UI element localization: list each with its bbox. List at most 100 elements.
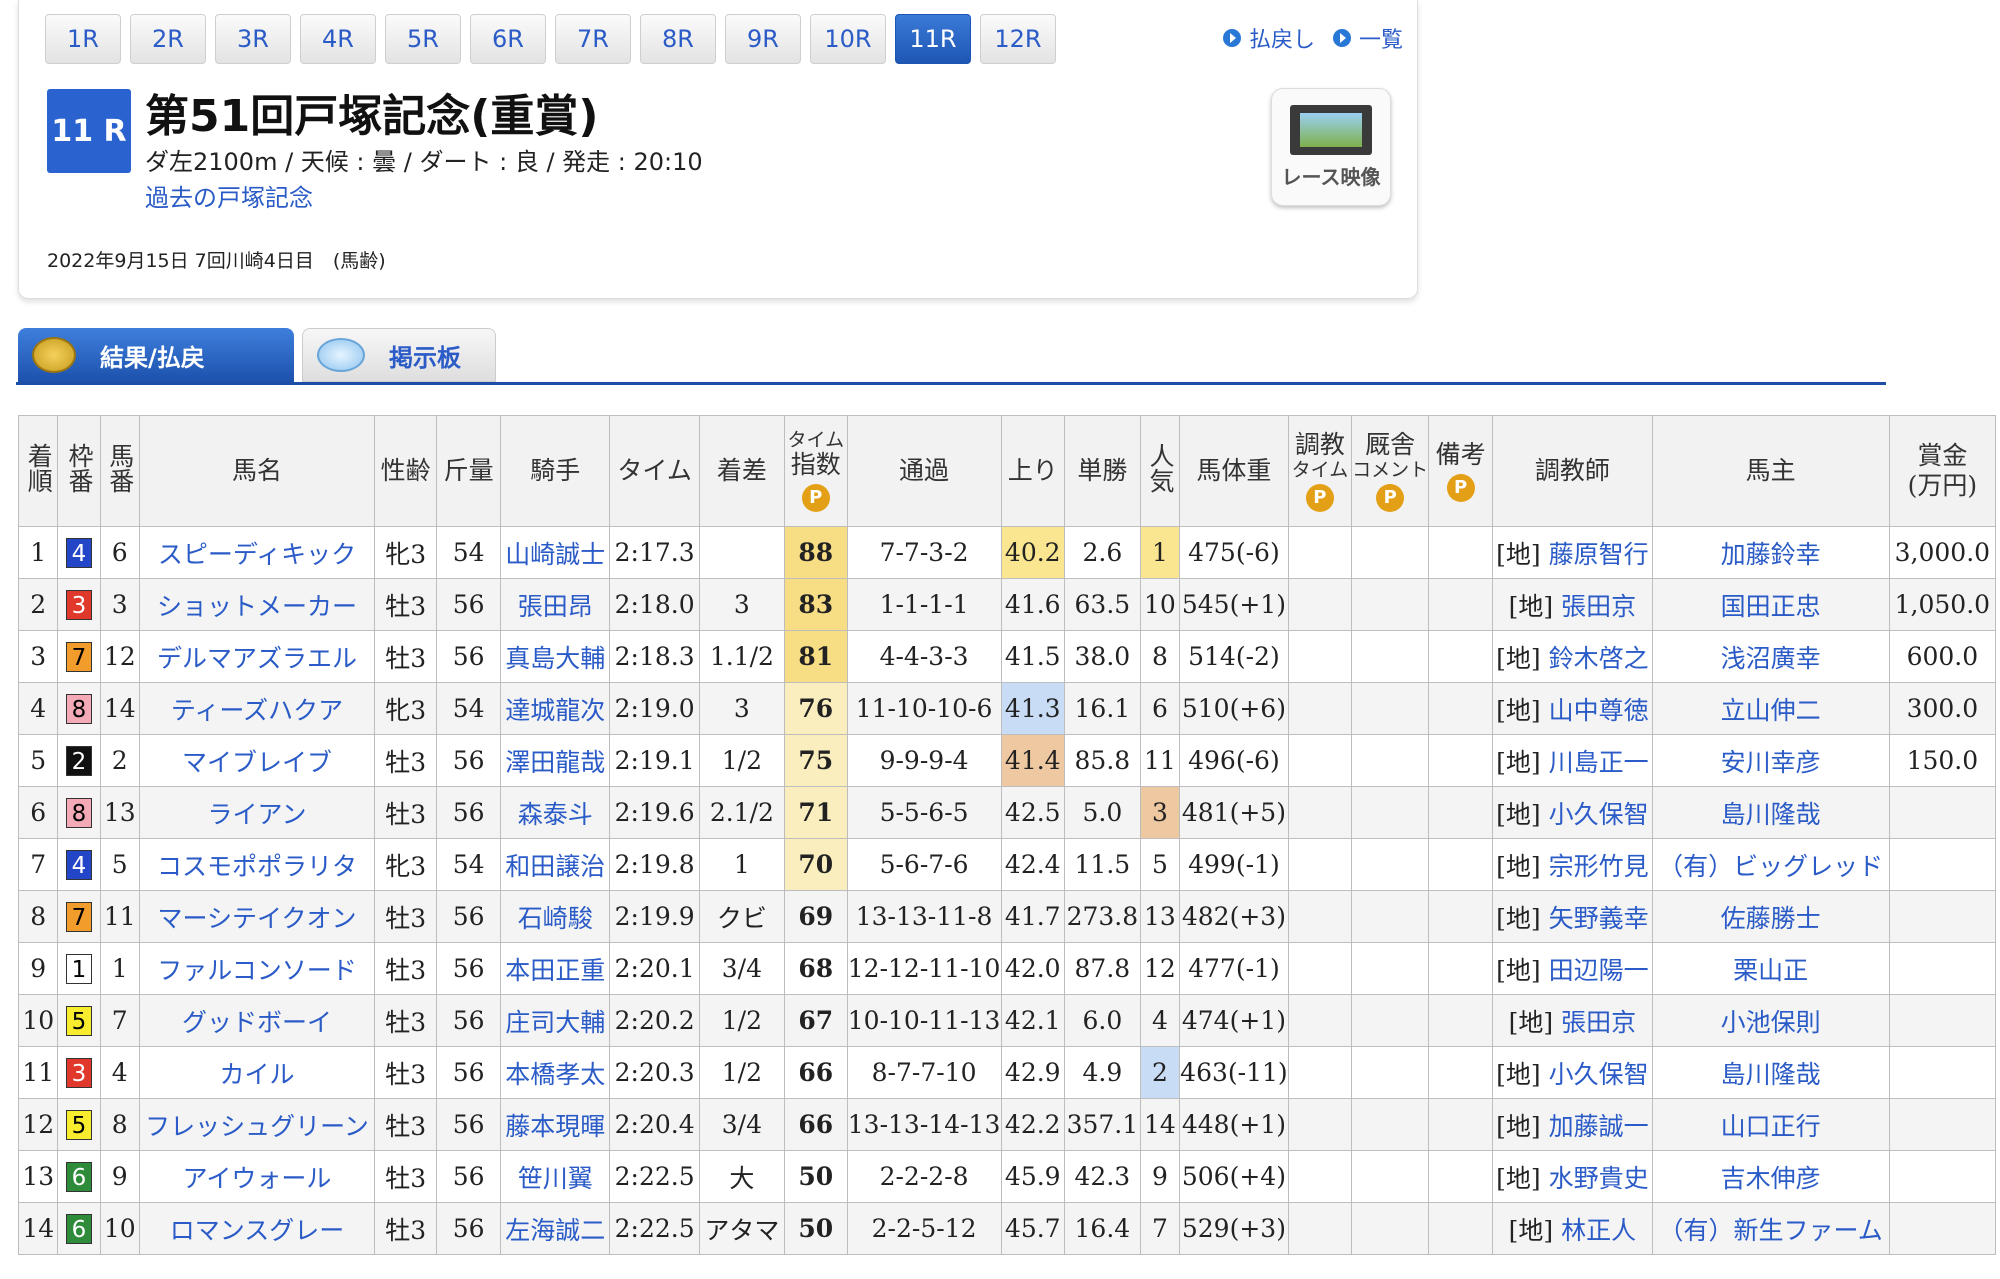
owner-link[interactable]: 国田正忠 bbox=[1651, 578, 1890, 631]
trainer-name[interactable]: 鈴木啓之 bbox=[1549, 644, 1649, 673]
horse-name-link[interactable]: コスモポポラリタ bbox=[138, 838, 376, 891]
col-index[interactable]: タイム 指数 P bbox=[784, 415, 848, 527]
trainer-name[interactable]: 藤原智行 bbox=[1549, 540, 1649, 569]
col-comment[interactable]: 厩舎 コメント P bbox=[1351, 415, 1430, 527]
trainer-name[interactable]: 小久保智 bbox=[1549, 800, 1649, 829]
rank-cell: 12 bbox=[17, 1098, 59, 1151]
trainer-name[interactable]: 張田京 bbox=[1561, 592, 1636, 621]
race-tab[interactable]: 1R bbox=[45, 14, 121, 64]
tab-results[interactable]: 結果/払戻 bbox=[18, 328, 294, 382]
jockey-link[interactable]: 和田譲治 bbox=[500, 838, 611, 891]
trainer-name[interactable]: 山中尊徳 bbox=[1549, 696, 1649, 725]
owner-link[interactable]: 小池保則 bbox=[1651, 994, 1890, 1047]
owner-link[interactable]: 吉木伸彦 bbox=[1651, 1150, 1890, 1203]
jockey-link[interactable]: 藤本現暉 bbox=[500, 1098, 611, 1151]
jockey-link[interactable]: 庄司大輔 bbox=[500, 994, 611, 1047]
last3f-cell: 42.2 bbox=[1000, 1098, 1065, 1151]
trainer-link[interactable]: [地] 鈴木啓之 bbox=[1492, 630, 1653, 683]
trainer-name[interactable]: 宗形竹見 bbox=[1549, 852, 1649, 881]
trainer-link[interactable]: [地] 林正人 bbox=[1492, 1202, 1653, 1255]
jockey-link[interactable]: 張田昂 bbox=[500, 578, 611, 631]
horse-name-link[interactable]: フレッシュグリーン bbox=[138, 1098, 376, 1151]
owner-link[interactable]: 島川隆哉 bbox=[1651, 786, 1890, 839]
col-note[interactable]: 備考 P bbox=[1428, 415, 1494, 527]
race-tab[interactable]: 7R bbox=[555, 14, 631, 64]
horse-name-link[interactable]: グッドボーイ bbox=[138, 994, 376, 1047]
race-tab[interactable]: 12R bbox=[980, 14, 1056, 64]
trainer-name[interactable]: 小久保智 bbox=[1549, 1060, 1649, 1089]
jockey-link[interactable]: 澤田龍哉 bbox=[500, 734, 611, 787]
trainer-link[interactable]: [地] 山中尊徳 bbox=[1492, 682, 1653, 735]
horse-name-link[interactable]: デルマアズラエル bbox=[138, 630, 376, 683]
trainer-name[interactable]: 矢野義幸 bbox=[1549, 904, 1649, 933]
sexage-cell: 牝3 bbox=[374, 526, 438, 579]
jockey-link[interactable]: 左海誠二 bbox=[500, 1202, 611, 1255]
race-tab[interactable]: 10R bbox=[810, 14, 886, 64]
trainer-name[interactable]: 張田京 bbox=[1561, 1008, 1636, 1037]
owner-link[interactable]: （有）新生ファーム bbox=[1651, 1202, 1890, 1255]
payout-link[interactable]: 払戻し bbox=[1222, 22, 1315, 54]
race-tab[interactable]: 8R bbox=[640, 14, 716, 64]
horse-name-link[interactable]: カイル bbox=[138, 1046, 376, 1099]
race-tab[interactable]: 5R bbox=[385, 14, 461, 64]
sexage-cell: 牡3 bbox=[374, 734, 438, 787]
trainer-link[interactable]: [地] 張田京 bbox=[1492, 994, 1653, 1047]
horse-name-link[interactable]: ティーズハクア bbox=[138, 682, 376, 735]
horse-name-link[interactable]: アイウォール bbox=[138, 1150, 376, 1203]
race-tab[interactable]: 4R bbox=[300, 14, 376, 64]
past-races-link[interactable]: 過去の戸塚記念 bbox=[145, 178, 313, 213]
weight-cell: 56 bbox=[436, 994, 502, 1047]
owner-link[interactable]: 加藤鈴幸 bbox=[1651, 526, 1890, 579]
race-tab[interactable]: 2R bbox=[130, 14, 206, 64]
list-link[interactable]: 一覧 bbox=[1332, 22, 1403, 54]
owner-link[interactable]: 山口正行 bbox=[1651, 1098, 1890, 1151]
trainer-link[interactable]: [地] 水野貴史 bbox=[1492, 1150, 1653, 1203]
horse-name-link[interactable]: スピーディキック bbox=[138, 526, 376, 579]
owner-link[interactable]: 立山伸二 bbox=[1651, 682, 1890, 735]
tab-board[interactable]: 掲示板 bbox=[302, 328, 496, 382]
owner-link[interactable]: （有）ビッグレッド bbox=[1651, 838, 1890, 891]
race-tab[interactable]: 6R bbox=[470, 14, 546, 64]
horse-name-link[interactable]: ライアン bbox=[138, 786, 376, 839]
jockey-link[interactable]: 本田正重 bbox=[500, 942, 611, 995]
race-video-button[interactable]: レース映像 bbox=[1271, 88, 1391, 206]
jockey-link[interactable]: 山崎誠士 bbox=[500, 526, 611, 579]
trainer-link[interactable]: [地] 宗形竹見 bbox=[1492, 838, 1653, 891]
owner-link[interactable]: 島川隆哉 bbox=[1651, 1046, 1890, 1099]
owner-link[interactable]: 浅沼廣幸 bbox=[1651, 630, 1890, 683]
trainer-link[interactable]: [地] 田辺陽一 bbox=[1492, 942, 1653, 995]
jockey-link[interactable]: 笹川翼 bbox=[500, 1150, 611, 1203]
horse-name-link[interactable]: ロマンスグレー bbox=[138, 1202, 376, 1255]
trainer-name[interactable]: 林正人 bbox=[1561, 1216, 1636, 1245]
owner-link[interactable]: 佐藤勝士 bbox=[1651, 890, 1890, 943]
trainer-link[interactable]: [地] 張田京 bbox=[1492, 578, 1653, 631]
trainer-link[interactable]: [地] 小久保智 bbox=[1492, 1046, 1653, 1099]
owner-link[interactable]: 栗山正 bbox=[1651, 942, 1890, 995]
trainer-link[interactable]: [地] 矢野義幸 bbox=[1492, 890, 1653, 943]
jockey-link[interactable]: 本橋孝太 bbox=[500, 1046, 611, 1099]
trainer-name[interactable]: 水野貴史 bbox=[1549, 1164, 1649, 1193]
trainer-link[interactable]: [地] 加藤誠一 bbox=[1492, 1098, 1653, 1151]
jockey-link[interactable]: 真島大輔 bbox=[500, 630, 611, 683]
race-tab[interactable]: 11R bbox=[895, 14, 971, 64]
trainer-name[interactable]: 加藤誠一 bbox=[1549, 1112, 1649, 1141]
trainer-link[interactable]: [地] 小久保智 bbox=[1492, 786, 1653, 839]
owner-link[interactable]: 安川幸彦 bbox=[1651, 734, 1890, 787]
horse-name-link[interactable]: ファルコンソード bbox=[138, 942, 376, 995]
horse-name-link[interactable]: マイブレイブ bbox=[138, 734, 376, 787]
jockey-link[interactable]: 石崎駿 bbox=[500, 890, 611, 943]
trainer-name[interactable]: 田辺陽一 bbox=[1549, 956, 1649, 985]
trainer-link[interactable]: [地] 藤原智行 bbox=[1492, 526, 1653, 579]
race-tab[interactable]: 3R bbox=[215, 14, 291, 64]
race-tab[interactable]: 9R bbox=[725, 14, 801, 64]
jockey-link[interactable]: 達城龍次 bbox=[500, 682, 611, 735]
horse-name-link[interactable]: ショットメーカー bbox=[138, 578, 376, 631]
col-owner: 馬主 bbox=[1651, 415, 1890, 527]
trainer-link[interactable]: [地] 川島正一 bbox=[1492, 734, 1653, 787]
col-training[interactable]: 調教 タイム P bbox=[1287, 415, 1353, 527]
horse-name-link[interactable]: マーシテイクオン bbox=[138, 890, 376, 943]
jockey-link[interactable]: 森泰斗 bbox=[500, 786, 611, 839]
trainer-name[interactable]: 川島正一 bbox=[1549, 748, 1649, 777]
page-tabs: 結果/払戻 掲示板 bbox=[18, 328, 496, 382]
table-header-row: 着順 枠番 馬番 馬名 性齢 斤量 騎手 タイム 着差 タイム 指数 P 通過 上り… bbox=[17, 415, 1997, 527]
